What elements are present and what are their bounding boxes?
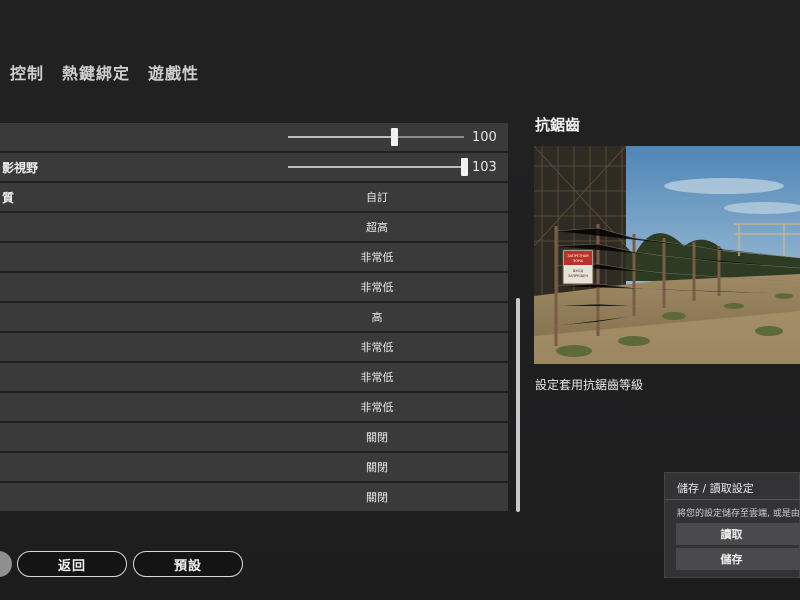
panel-description: 設定套用抗鋸齒等級 [535, 378, 644, 392]
tab-gameplay[interactable]: 遊戲性 [148, 60, 199, 84]
save-button[interactable]: 儲存 [676, 548, 800, 570]
setting-row[interactable]: 非常低 [0, 333, 508, 361]
slider-value: 100 [472, 129, 497, 145]
setting-value[interactable]: 非常低 [290, 339, 464, 355]
save-load-description: 將您的設定儲存至雲端, 或是由 [677, 509, 800, 519]
tab-controls[interactable]: 控制 [10, 60, 44, 84]
setting-row-fov[interactable]: 影視野 103 [0, 153, 508, 181]
setting-value[interactable]: 非常低 [290, 279, 464, 295]
slider-handle[interactable] [461, 158, 468, 176]
sign-text: ВХОД [573, 269, 584, 273]
setting-label: 質 [2, 190, 15, 205]
setting-row[interactable]: 關閉 [0, 423, 508, 451]
setting-value[interactable]: 關閉 [290, 429, 464, 445]
slider-handle[interactable] [391, 128, 399, 146]
setting-label: 影視野 [2, 160, 39, 175]
settings-tabs: 控制 熱鍵綁定 遊戲性 [10, 60, 199, 84]
setting-row[interactable]: 關閉 [0, 483, 508, 511]
setting-row[interactable]: 非常低 [0, 393, 508, 421]
panel-title: 抗鋸齒 [535, 116, 581, 134]
list-scrollbar[interactable] [516, 298, 520, 512]
setting-value[interactable]: 關閉 [290, 459, 464, 475]
setting-row-slider-1[interactable]: 100 [0, 123, 508, 151]
setting-row[interactable]: 非常低 [0, 273, 508, 301]
setting-slider[interactable] [288, 158, 468, 176]
setting-row[interactable]: 高 [0, 303, 508, 331]
setting-row[interactable]: 非常低 [0, 363, 508, 391]
setting-value[interactable]: 關閉 [290, 489, 464, 505]
preview-image: ЗАПРЕТНАЯ ЗОНА ВХОД ЗАПРЕЩЕН [534, 146, 800, 364]
slider-value: 103 [472, 159, 497, 175]
settings-screen: 控制 熱鍵綁定 遊戲性 100 影視野 103 質 自訂 超高 非常低 非常低 … [0, 0, 800, 600]
setting-row[interactable]: 質 自訂 [0, 183, 508, 211]
setting-row[interactable]: 關閉 [0, 453, 508, 481]
back-button[interactable]: 返回 [17, 551, 127, 577]
sign-text: ЗОНА [573, 259, 584, 263]
setting-value[interactable]: 非常低 [290, 369, 464, 385]
setting-value[interactable]: 自訂 [290, 189, 464, 205]
setting-row[interactable]: 超高 [0, 213, 508, 241]
setting-row[interactable]: 非常低 [0, 243, 508, 271]
settings-list: 100 影視野 103 質 自訂 超高 非常低 非常低 高 非常低 非常低 非常… [0, 123, 508, 513]
save-load-box: 儲存 / 讀取設定 將您的設定儲存至雲端, 或是由 讀取 儲存 [664, 472, 800, 578]
setting-value[interactable]: 非常低 [290, 249, 464, 265]
slider-fill [288, 136, 395, 138]
tab-keybindings[interactable]: 熱鍵綁定 [62, 60, 130, 84]
setting-value[interactable]: 超高 [290, 219, 464, 235]
default-button[interactable]: 預設 [133, 551, 243, 577]
slider-fill [288, 166, 464, 168]
load-button[interactable]: 讀取 [676, 523, 800, 545]
save-load-title: 儲存 / 讀取設定 [677, 482, 754, 495]
setting-value[interactable]: 高 [290, 309, 464, 325]
setting-slider[interactable] [288, 128, 464, 146]
divider [665, 499, 800, 500]
circle-button[interactable] [0, 551, 12, 577]
setting-value[interactable]: 非常低 [290, 399, 464, 415]
sign-text: ЗАПРЕЩЕН [568, 274, 589, 278]
sign-text: ЗАПРЕТНАЯ [567, 254, 589, 258]
